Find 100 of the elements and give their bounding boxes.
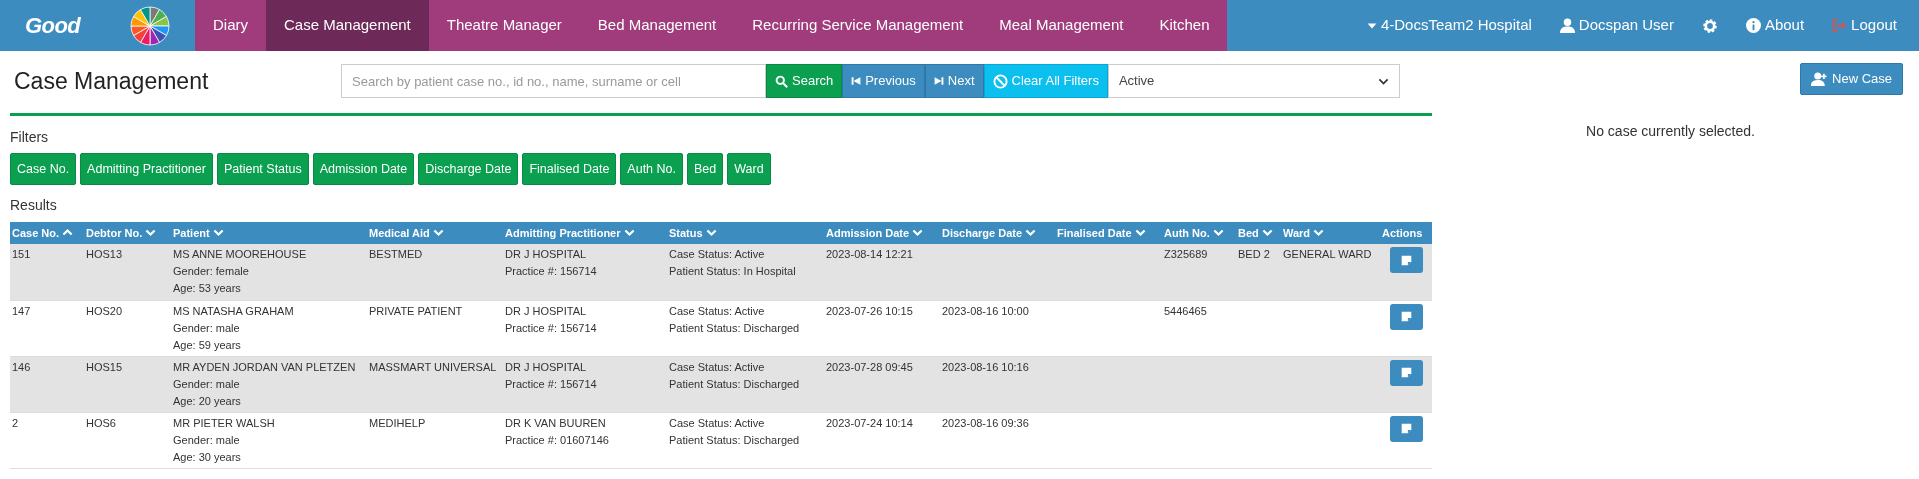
column-header[interactable]: Auth No.	[1162, 222, 1236, 244]
next-button[interactable]: Next	[924, 64, 984, 98]
info-icon	[1745, 18, 1761, 33]
nav-tab[interactable]: Diary	[195, 0, 266, 51]
brand-logo: Good	[25, 12, 81, 40]
column-header[interactable]: Case No.	[10, 222, 84, 244]
empty-message: No case currently selected.	[1585, 122, 1756, 141]
new-case-button[interactable]: New Case	[1800, 63, 1903, 95]
table-cell-text: DR K VAN BUUREN	[505, 416, 606, 429]
filter-button[interactable]: Ward	[727, 153, 771, 185]
table-cell-text: 2023-08-14 12:21	[826, 248, 913, 260]
table-cell-text: Gender: male	[173, 433, 240, 446]
nav-tab[interactable]: Meal Management	[981, 0, 1142, 51]
filter-button[interactable]: Bed	[687, 153, 724, 185]
table-cell-text: Age: 59 years	[173, 338, 241, 351]
add-user-icon	[1811, 72, 1829, 86]
table-cell-text: Practice #: 01607146	[505, 433, 609, 446]
logout-icon	[1832, 18, 1848, 33]
table-cell-text: Age: 30 years	[173, 450, 241, 463]
column-header[interactable]: Debtor No.	[84, 222, 171, 244]
table-cell-text: 2023-07-28 09:45	[826, 360, 913, 373]
table-cell-text: MR AYDEN JORDAN VAN PLETZEN	[173, 360, 356, 373]
filter-button[interactable]: Admission Date	[312, 153, 415, 185]
nav-link[interactable]: About	[1745, 14, 1805, 37]
filter-button[interactable]: Admitting Practitioner	[80, 153, 213, 185]
column-header[interactable]: Ward	[1281, 222, 1380, 244]
nav-tab[interactable]: Theatre Manager	[428, 0, 580, 51]
filter-button[interactable]: Case No.	[10, 153, 77, 185]
color-wheel-icon	[130, 5, 171, 46]
clear-button[interactable]: Clear All Filters	[983, 64, 1108, 98]
column-header[interactable]: Admitting Practitioner	[503, 222, 667, 244]
section-label: Results	[10, 197, 57, 213]
table-cell-text: Gender: female	[173, 265, 249, 277]
column-header[interactable]: Actions	[1380, 222, 1432, 244]
column-header[interactable]: Status	[667, 222, 824, 244]
table-cell-text: Case Status: Active	[669, 360, 765, 373]
table-cell-text: MS NATASHA GRAHAM	[173, 304, 294, 317]
note-icon	[1400, 367, 1412, 378]
nav-link[interactable]: 4-DocsTeam2 Hospital	[1366, 14, 1532, 37]
table-cell-text: 146	[12, 360, 31, 373]
column-header[interactable]: Finalised Date	[1055, 222, 1162, 244]
table-cell-text: PRIVATE PATIENT	[369, 304, 463, 317]
table-cell-text: Case Status: Active	[669, 416, 765, 429]
table-cell-text: DR J HOSPITAL	[505, 360, 587, 373]
search-icon	[775, 74, 788, 88]
user-icon	[1559, 18, 1575, 33]
table-cell-text: 147	[12, 304, 31, 317]
filter-button[interactable]: Patient Status	[216, 153, 309, 185]
settings-button[interactable]	[1701, 17, 1718, 34]
section-label: Filters	[10, 129, 49, 145]
nav-tab[interactable]: Bed Management	[579, 0, 735, 51]
filter-button[interactable]: Discharge Date	[418, 153, 519, 185]
table-cell-text: Case Status: Active	[669, 304, 765, 317]
status-dropdown[interactable]: Active	[1107, 64, 1400, 98]
table-cell-text: Patient Status: Discharged	[669, 433, 800, 446]
table-cell-text: HOS6	[86, 416, 116, 429]
column-header[interactable]: Admission Date	[824, 222, 940, 244]
table-cell-text: Patient Status: In Hospital	[669, 265, 796, 277]
table-cell-text: HOS13	[86, 248, 123, 260]
filter-button[interactable]: Finalised Date	[522, 153, 617, 185]
note-button[interactable]	[1389, 247, 1423, 273]
nav-tab[interactable]: Recurring Service Management	[734, 0, 982, 51]
table-cell-text: HOS20	[86, 304, 123, 317]
table-cell-text: 2023-07-24 10:14	[826, 416, 913, 429]
note-icon	[1400, 311, 1412, 322]
column-header[interactable]: Patient	[171, 222, 367, 244]
filter-button[interactable]: Auth No.	[620, 153, 683, 185]
nav-link[interactable]: Docspan User	[1559, 14, 1674, 37]
search-button[interactable]: Search	[766, 64, 843, 98]
table-cell-text: GENERAL WARD	[1283, 248, 1372, 260]
nav-tab[interactable]: Case Management	[266, 0, 429, 51]
table-cell-text: BED 2	[1238, 248, 1270, 260]
previous-button[interactable]: Previous	[842, 64, 925, 98]
table-cell-text: BESTMED	[369, 248, 423, 260]
table-cell-text: 5446465	[1164, 304, 1207, 317]
table-cell-text: Practice #: 156714	[505, 321, 597, 334]
note-button[interactable]	[1389, 359, 1423, 386]
note-button[interactable]	[1389, 303, 1423, 330]
table-cell-text: Gender: male	[173, 377, 240, 390]
table-cell-text: Patient Status: Discharged	[669, 377, 800, 390]
settings-icon	[1701, 17, 1718, 34]
table-cell-text: DR J HOSPITAL	[505, 248, 587, 260]
nav-link[interactable]: Logout	[1832, 14, 1897, 37]
note-button[interactable]	[1389, 415, 1423, 442]
table-cell-text: 2023-08-16 10:16	[942, 360, 1029, 373]
table-cell-text: 2	[12, 416, 19, 429]
search-field[interactable]: Search by patient case no., id no., name, surname or cell	[341, 64, 766, 98]
table-cell-text: 151	[12, 248, 31, 260]
column-header[interactable]: Discharge Date	[940, 222, 1055, 244]
table-cell-text: Practice #: 156714	[505, 377, 597, 390]
nav-tab[interactable]: Kitchen	[1141, 0, 1228, 51]
table-cell-text: MEDIHELP	[369, 416, 426, 429]
column-header[interactable]: Bed	[1236, 222, 1281, 244]
note-icon	[1400, 254, 1412, 266]
note-icon	[1400, 423, 1412, 434]
table-cell-text: Z325689	[1164, 248, 1208, 260]
column-header[interactable]: Medical Aid	[367, 222, 503, 244]
skip-back-icon	[851, 76, 862, 86]
table-cell-text: DR J HOSPITAL	[505, 304, 587, 317]
table-cell-text: Age: 20 years	[173, 394, 241, 407]
